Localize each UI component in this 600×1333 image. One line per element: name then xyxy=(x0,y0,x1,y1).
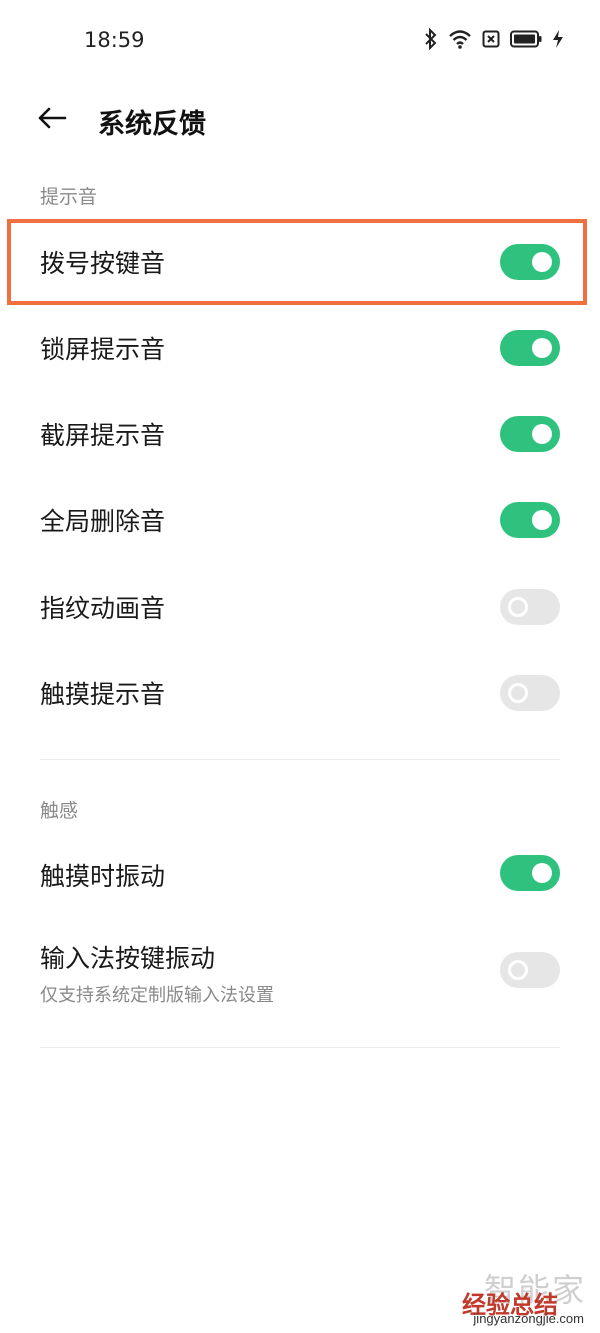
status-icons xyxy=(424,28,564,50)
app-bar: 系统反馈 xyxy=(0,90,600,150)
toggle-switch-dial-keypad-tone[interactable] xyxy=(500,244,560,280)
setting-row-screenshot-tone[interactable]: 截屏提示音 xyxy=(0,391,600,477)
status-time: 18:59 xyxy=(84,28,145,52)
setting-row-dial-keypad-tone[interactable]: 拨号按键音 xyxy=(0,219,600,305)
toggle-switch-ime-key-vibration[interactable] xyxy=(500,952,560,988)
arrow-left-icon xyxy=(37,106,67,134)
toggle-knob xyxy=(532,338,552,358)
toggle-knob xyxy=(532,424,552,444)
toggle-switch-global-delete-tone[interactable] xyxy=(500,502,560,538)
toggle-knob xyxy=(508,597,528,617)
setting-label: 触摸提示音 xyxy=(40,680,166,709)
wifi-icon xyxy=(448,29,472,49)
toggle-switch-fingerprint-animation-tone[interactable] xyxy=(500,589,560,625)
charging-icon xyxy=(552,29,564,49)
page-title: 系统反馈 xyxy=(98,109,206,140)
section-divider xyxy=(40,1047,560,1048)
watermark-line3: jingyanzongjie.com xyxy=(473,1311,584,1326)
toggle-switch-touch-tone[interactable] xyxy=(500,675,560,711)
setting-label: 指纹动画音 xyxy=(40,594,166,623)
toggle-switch-lock-screen-tone[interactable] xyxy=(500,330,560,366)
setting-label: 拨号按键音 xyxy=(40,249,166,278)
setting-row-touch-tone[interactable]: 触摸提示音 xyxy=(0,650,600,736)
toggle-knob xyxy=(532,510,552,530)
bluetooth-icon xyxy=(424,28,438,50)
back-button[interactable] xyxy=(30,100,74,140)
setting-label: 全局删除音 xyxy=(40,507,166,536)
toggle-knob xyxy=(532,863,552,883)
status-bar: 18:59 xyxy=(0,0,600,80)
setting-row-lock-screen-tone[interactable]: 锁屏提示音 xyxy=(0,305,600,391)
setting-row-touch-vibration[interactable]: 触摸时振动 xyxy=(0,830,600,916)
toggle-knob xyxy=(508,683,528,703)
watermark: 智能家 经验总结 jingyanzongjie.com xyxy=(432,1265,592,1329)
no-sim-icon xyxy=(482,30,500,48)
toggle-knob xyxy=(508,960,528,980)
toggle-switch-screenshot-tone[interactable] xyxy=(500,416,560,452)
setting-row-ime-key-vibration[interactable]: 输入法按键振动 仅支持系统定制版输入法设置 xyxy=(0,925,600,1025)
toggle-switch-touch-vibration[interactable] xyxy=(500,855,560,891)
section-header-sounds: 提示音 xyxy=(40,186,98,208)
setting-subtitle: 仅支持系统定制版输入法设置 xyxy=(40,985,274,1006)
section-header-haptics: 触感 xyxy=(40,800,79,822)
setting-label: 锁屏提示音 xyxy=(40,335,166,364)
setting-row-global-delete-tone[interactable]: 全局删除音 xyxy=(0,477,600,563)
section-divider xyxy=(40,759,560,760)
setting-label: 触摸时振动 xyxy=(40,862,166,891)
setting-label: 输入法按键振动 xyxy=(40,944,216,973)
battery-icon xyxy=(510,30,542,48)
setting-label: 截屏提示音 xyxy=(40,421,166,450)
toggle-knob xyxy=(532,252,552,272)
setting-row-fingerprint-animation-tone[interactable]: 指纹动画音 xyxy=(0,564,600,650)
